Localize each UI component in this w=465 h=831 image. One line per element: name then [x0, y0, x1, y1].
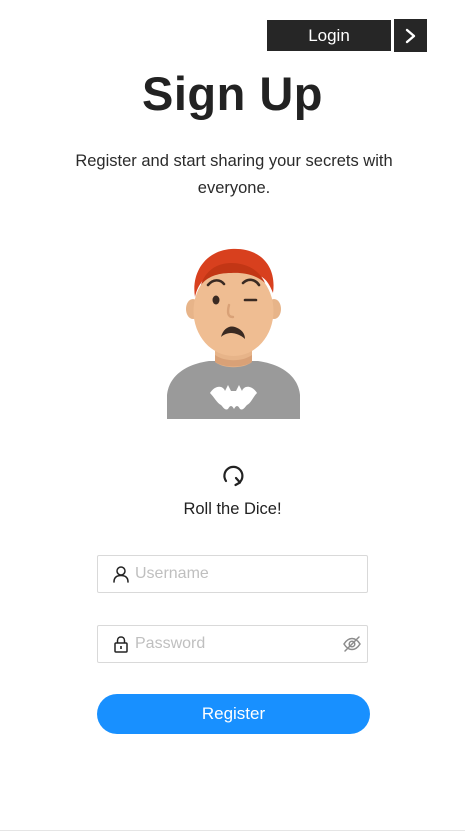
- page-title: Sign Up: [141, 67, 324, 120]
- login-group: Login: [267, 19, 427, 52]
- chevron-right-icon: [405, 28, 415, 43]
- register-button[interactable]: Register: [97, 694, 370, 734]
- login-arrow-button[interactable]: [394, 19, 427, 52]
- roll-dice-button[interactable]: [220, 463, 246, 489]
- refresh-icon: [223, 465, 244, 487]
- login-button[interactable]: Login: [267, 20, 391, 51]
- page-subtitle: Register and start sharing your secrets …: [75, 152, 393, 197]
- roll-dice-label: Roll the Dice!: [183, 500, 282, 518]
- username-input[interactable]: [135, 559, 367, 589]
- eye-invisible-icon[interactable]: [342, 634, 362, 654]
- password-input[interactable]: [135, 629, 342, 659]
- lock-icon: [112, 635, 130, 653]
- avatar: [167, 248, 300, 419]
- signup-page: Login Sign Up Register and start sharing…: [0, 0, 465, 831]
- username-field: [97, 555, 368, 593]
- user-icon: [112, 565, 130, 583]
- password-field: [97, 625, 368, 663]
